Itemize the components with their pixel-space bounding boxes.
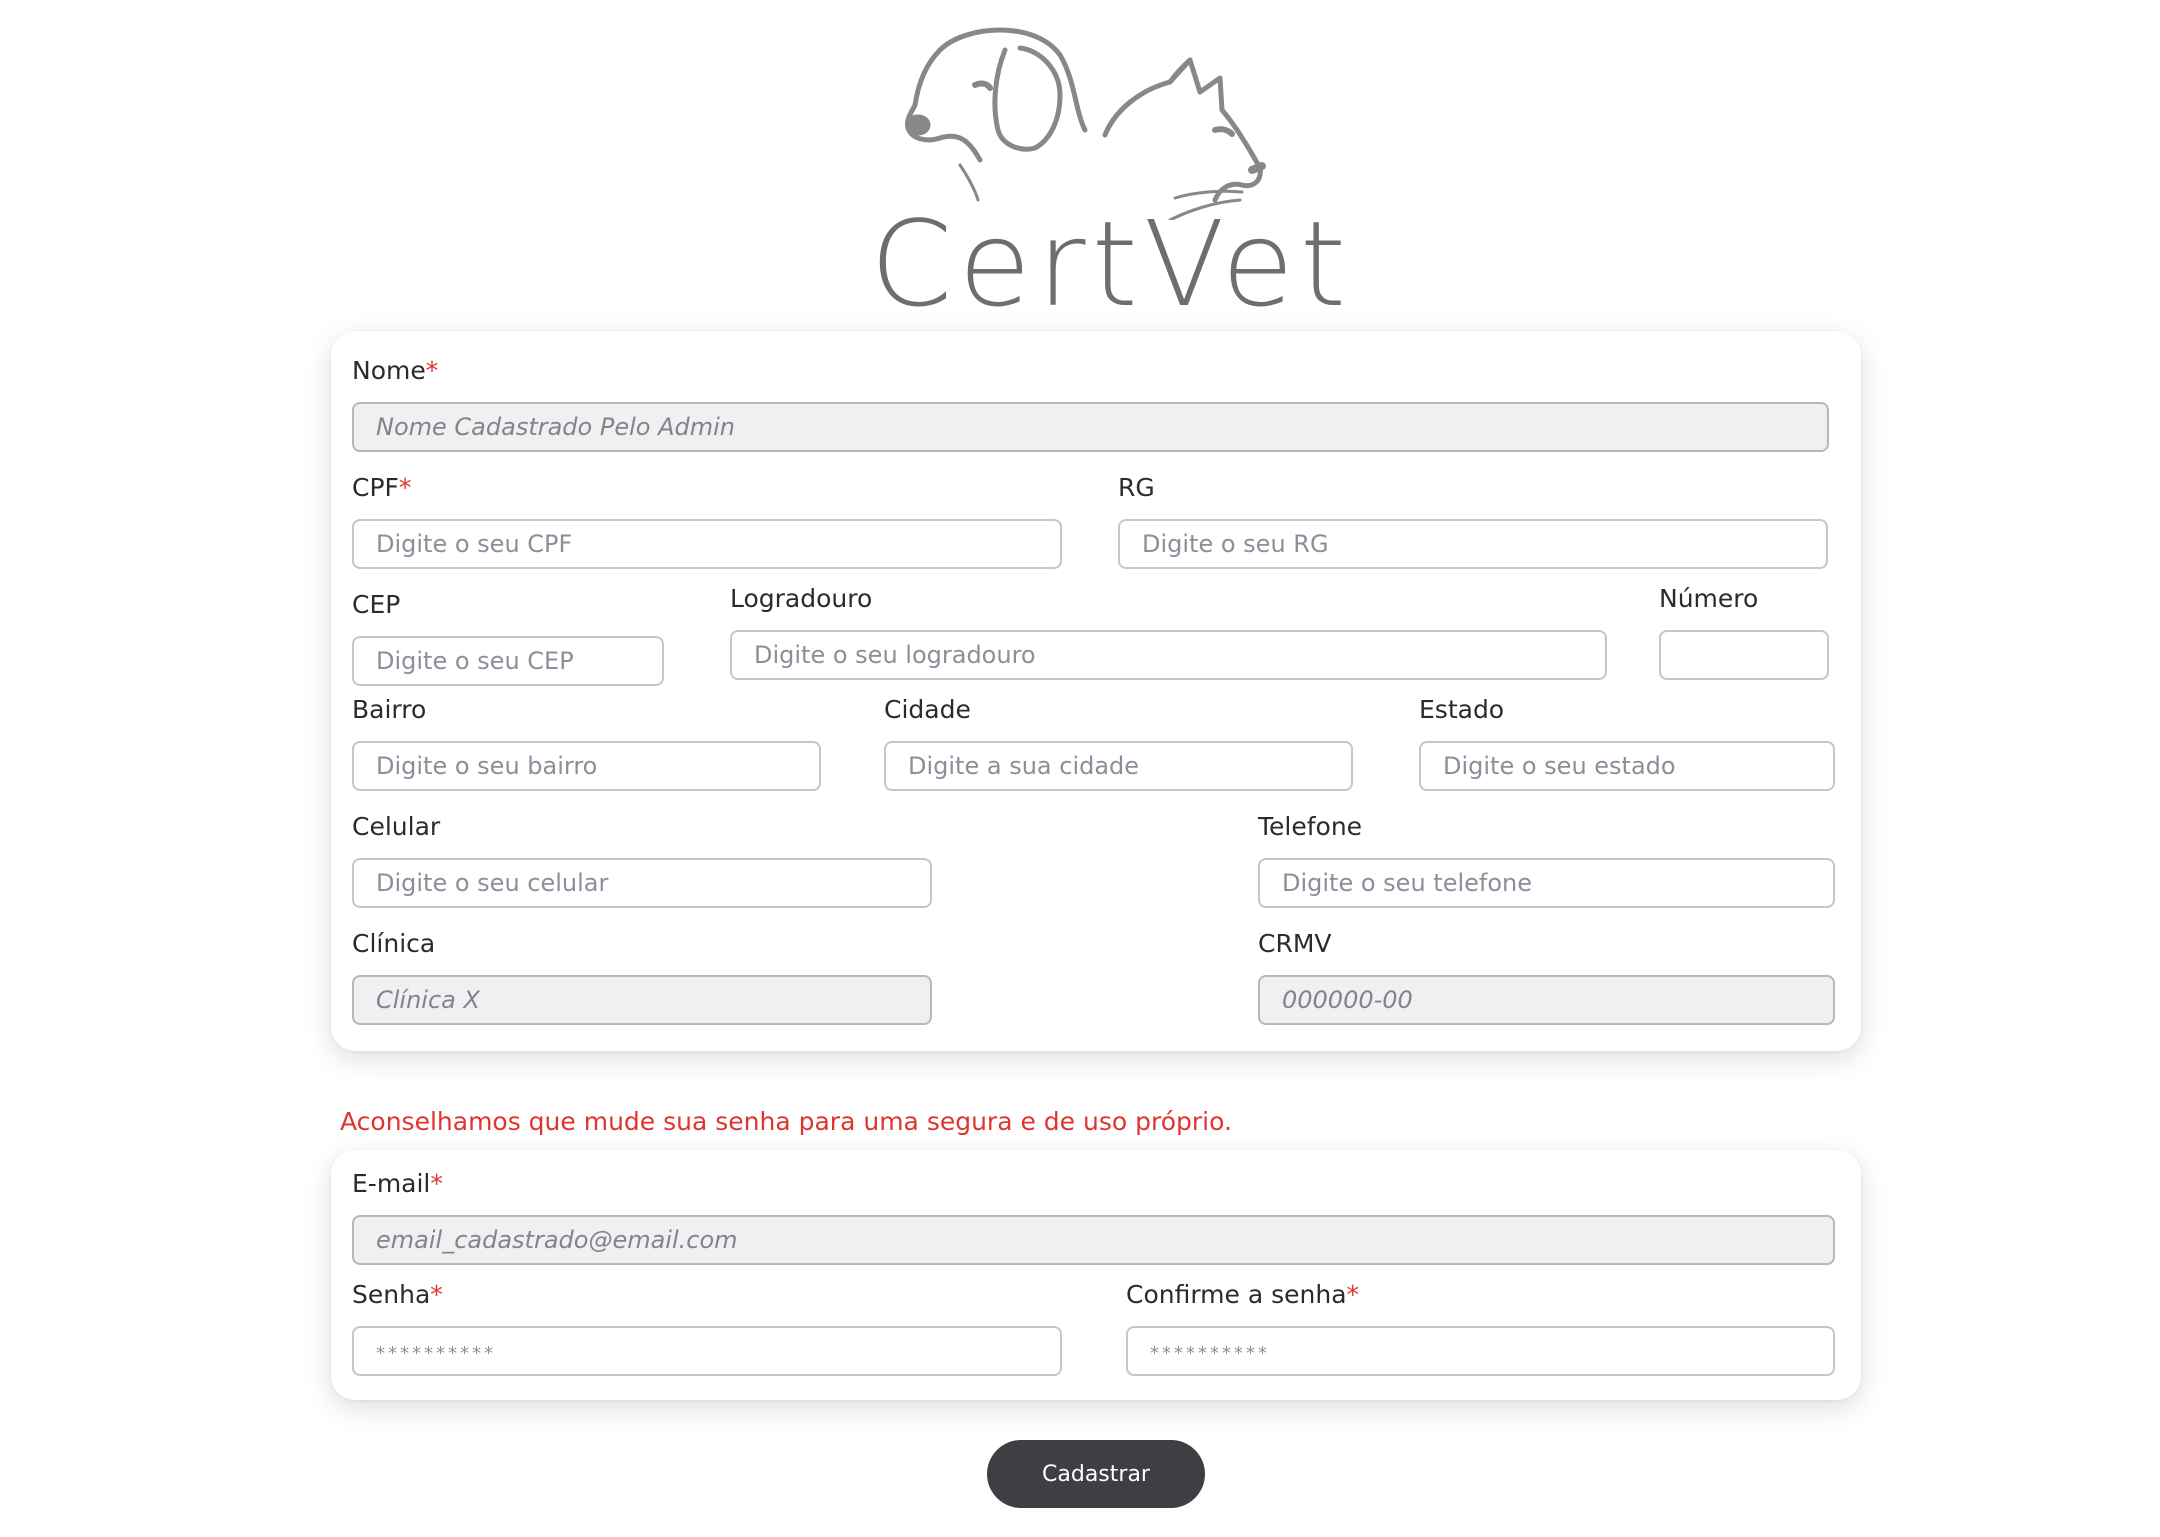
telefone-label: Telefone: [1258, 812, 1363, 841]
nome-field: Nome*: [352, 355, 1829, 452]
celular-input[interactable]: [352, 858, 932, 908]
bairro-input[interactable]: [352, 741, 821, 791]
brand-logo: CertVet: [870, 20, 1346, 323]
rg-input[interactable]: [1118, 519, 1828, 569]
celular-field: Celular: [352, 811, 932, 908]
clinica-field: Clínica: [352, 928, 932, 1025]
nome-label: Nome*: [352, 356, 439, 385]
rg-label: RG: [1118, 473, 1155, 502]
account-card: E-mail* Senha* Confirme a senha*: [331, 1150, 1861, 1400]
senha-input[interactable]: [352, 1326, 1062, 1376]
cep-input[interactable]: [352, 636, 664, 686]
estado-label: Estado: [1419, 695, 1505, 724]
crmv-field: CRMV: [1258, 928, 1835, 1025]
logradouro-label: Logradouro: [730, 584, 873, 613]
cidade-input[interactable]: [884, 741, 1353, 791]
logradouro-field: Logradouro: [730, 583, 1607, 680]
crmv-input[interactable]: [1258, 975, 1835, 1025]
cep-field: CEP: [352, 589, 664, 686]
confirm-senha-label: Confirme a senha*: [1126, 1280, 1360, 1309]
senha-field: Senha*: [352, 1279, 1062, 1376]
clinica-input[interactable]: [352, 975, 932, 1025]
cidade-label: Cidade: [884, 695, 971, 724]
email-input[interactable]: [352, 1215, 1835, 1265]
dog-and-cat-logo-icon: [905, 27, 1266, 220]
bairro-field: Bairro: [352, 694, 821, 791]
celular-label: Celular: [352, 812, 441, 841]
telefone-field: Telefone: [1258, 811, 1835, 908]
bairro-label: Bairro: [352, 695, 427, 724]
numero-label: Número: [1659, 584, 1759, 613]
confirm-senha-input[interactable]: [1126, 1326, 1835, 1376]
cpf-input[interactable]: [352, 519, 1062, 569]
cpf-field: CPF*: [352, 472, 1062, 569]
logradouro-input[interactable]: [730, 630, 1607, 680]
cpf-label: CPF*: [352, 473, 412, 502]
rg-field: RG: [1118, 472, 1828, 569]
confirm-senha-field: Confirme a senha*: [1126, 1279, 1835, 1376]
cidade-field: Cidade: [884, 694, 1353, 791]
email-field: E-mail*: [352, 1168, 1835, 1265]
crmv-label: CRMV: [1258, 929, 1332, 958]
email-label: E-mail*: [352, 1169, 443, 1198]
password-advice: Aconselhamos que mude sua senha para uma…: [340, 1107, 1232, 1136]
nome-input[interactable]: [352, 402, 1829, 452]
profile-card: Nome* CPF* RG CEP Logradouro Número Bair…: [331, 331, 1861, 1051]
senha-label: Senha*: [352, 1280, 443, 1309]
cadastrar-button[interactable]: Cadastrar: [987, 1440, 1205, 1508]
estado-input[interactable]: [1419, 741, 1835, 791]
cep-label: CEP: [352, 590, 401, 619]
telefone-input[interactable]: [1258, 858, 1835, 908]
brand-name: CertVet: [870, 195, 1353, 333]
estado-field: Estado: [1419, 694, 1835, 791]
clinica-label: Clínica: [352, 929, 436, 958]
numero-field: Número: [1659, 583, 1829, 680]
numero-input[interactable]: [1659, 630, 1829, 680]
